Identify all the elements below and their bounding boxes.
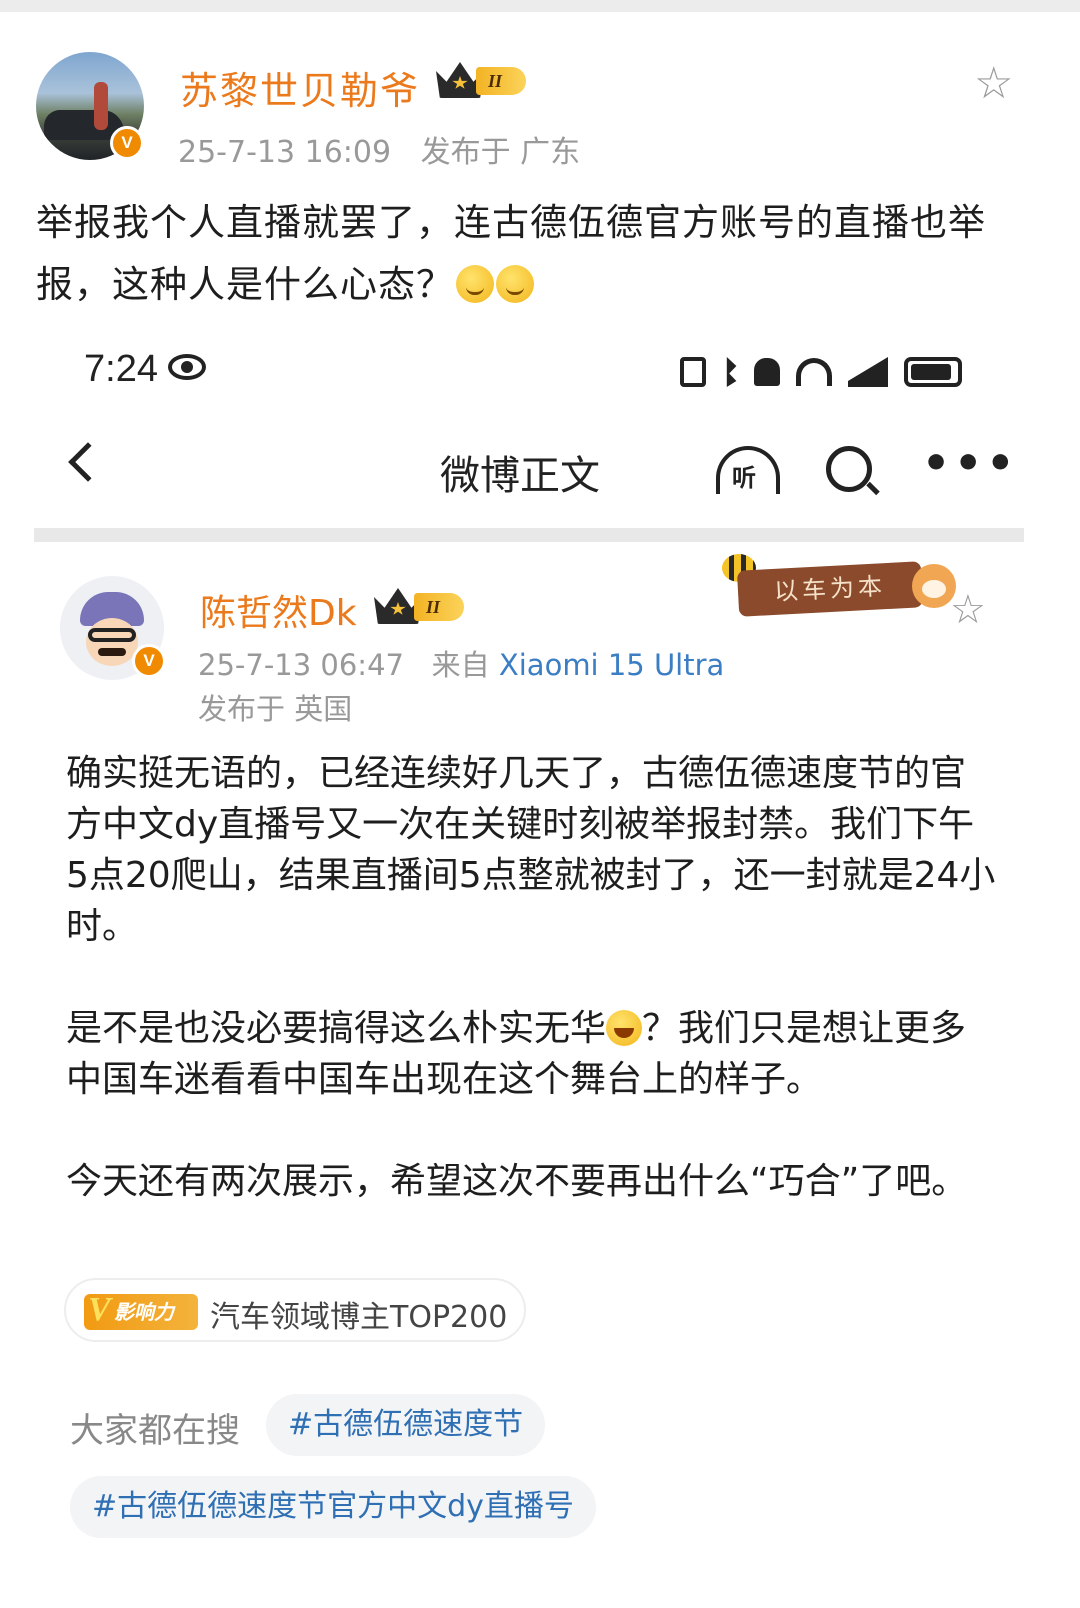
inner-post-meta: 25-7-13 06:47 来自 Xiaomi 15 Ultra xyxy=(198,642,724,684)
hashtag-chip[interactable]: #古德伍德速度节官方中文dy直播号 xyxy=(70,1476,596,1538)
post-location: 发布于 广东 xyxy=(420,135,581,170)
favorite-star-icon[interactable]: ☆ xyxy=(950,590,986,630)
member-level: II xyxy=(414,593,465,621)
inner-post-location: 发布于 英国 xyxy=(198,692,353,726)
4g-signal-icon xyxy=(848,357,888,387)
doge-sweat-emoji-icon xyxy=(496,265,534,303)
search-handle xyxy=(866,481,880,496)
verified-badge-icon: V xyxy=(132,644,166,678)
influence-text: 汽车领域博主TOP200 xyxy=(210,1300,508,1335)
influence-badge: V 影响力 xyxy=(84,1291,198,1330)
eye-icon xyxy=(168,354,206,380)
paragraph: 今天还有两次展示，希望这次不要再出什么“巧合”了吧。 xyxy=(66,1161,968,1202)
inner-author-name[interactable]: 陈哲然Dk xyxy=(200,584,357,636)
member-level: II xyxy=(476,67,527,95)
influence-chip[interactable]: V 影响力 汽车领域博主TOP200 xyxy=(64,1278,526,1342)
inner-post-date: 25-7-13 06:47 xyxy=(198,648,404,682)
bluetooth-icon xyxy=(726,357,737,387)
nav-title: 微博正文 xyxy=(440,453,600,499)
more-icon[interactable]: ••• xyxy=(922,438,1018,489)
laugh-cry-emoji-icon xyxy=(606,1010,643,1046)
battery-icon xyxy=(904,357,962,387)
post-meta: 25-7-13 16:09 发布于 广东 xyxy=(178,127,600,171)
paragraph-part: 是不是也没必要搞得这么朴实无华 xyxy=(66,1008,607,1049)
doge-sweat-emoji-icon xyxy=(456,265,494,303)
paragraph: 确实挺无语的，已经连续好几天了，古德伍德速度节的官方中文dy直播号又一次在关键时… xyxy=(66,753,996,947)
trending-search-label: 大家都在搜 xyxy=(70,1411,240,1451)
nfc-icon xyxy=(680,357,706,387)
post-text: 举报我个人直播就罢了，连古德伍德官方账号的直播也举报，这种人是什么心态？ xyxy=(36,192,1036,316)
influence-v-icon: V xyxy=(88,1291,111,1328)
embedded-screenshot[interactable]: 7:24 微博正文 听 ••• V 陈哲然Dk II 以车为本 ☆ 25-7-1… xyxy=(34,318,1024,1578)
verified-badge-icon: V xyxy=(110,126,144,160)
top-strip xyxy=(0,0,1080,12)
moustache-graphic xyxy=(98,648,126,656)
divider xyxy=(34,528,1024,542)
listen-label: 听 xyxy=(732,464,756,492)
source-device-link[interactable]: Xiaomi 15 Ultra xyxy=(499,648,724,682)
source-prefix: 来自 xyxy=(431,648,490,682)
status-icons xyxy=(680,352,962,392)
glasses-graphic xyxy=(88,628,136,642)
face-graphic xyxy=(86,618,138,666)
post-date: 25-7-13 16:09 xyxy=(178,135,392,170)
favorite-star-icon[interactable]: ☆ xyxy=(974,62,1013,106)
decoration-sign: 以车为本 xyxy=(736,561,924,617)
back-icon[interactable] xyxy=(68,442,108,482)
mute-bell-icon xyxy=(754,358,780,386)
person-graphic xyxy=(94,82,108,130)
paragraph: 是不是也没必要搞得这么朴实无华 ？我们只是想让更多中国车迷看看中国车出现在这个舞台… xyxy=(66,1003,996,1105)
influence-badge-label: 影响力 xyxy=(114,1300,174,1324)
status-time: 7:24 xyxy=(84,348,158,390)
wifi-icon xyxy=(796,358,832,386)
hashtag-chip[interactable]: #古德伍德速度节 xyxy=(266,1394,546,1456)
inner-post-body: 确实挺无语的，已经连续好几天了，古德伍德速度节的官方中文dy直播号又一次在关键时… xyxy=(66,748,996,1258)
author-name[interactable]: 苏黎世贝勒爷 xyxy=(180,60,420,115)
